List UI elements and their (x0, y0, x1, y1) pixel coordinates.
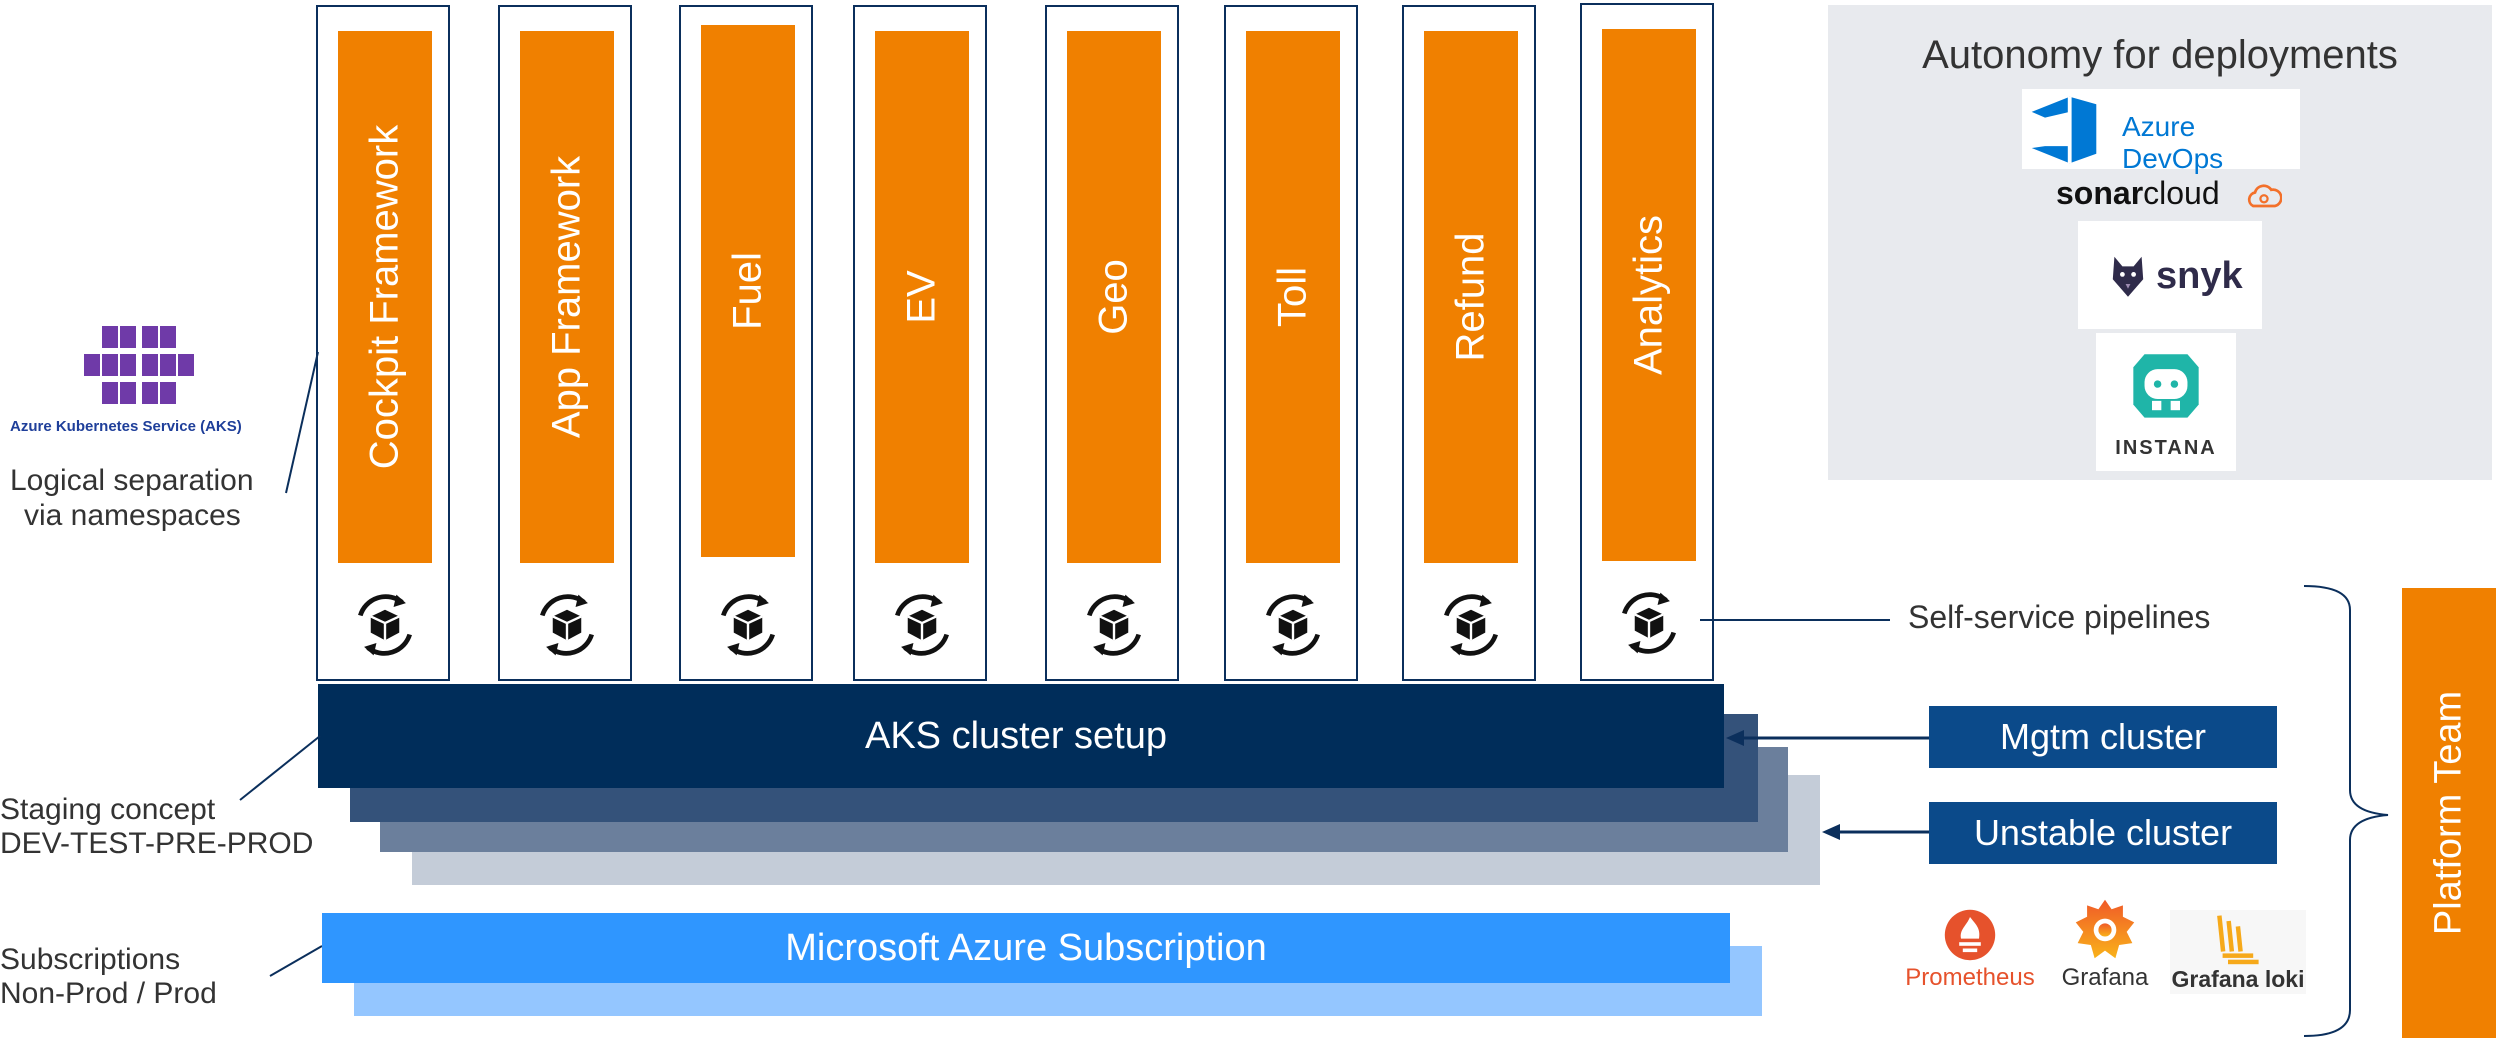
loki-icon (2217, 915, 2259, 965)
instana-robot-icon (2133, 354, 2199, 418)
grafana-label: Grafana (2061, 964, 2149, 991)
mgmt-arrowhead (1726, 730, 1744, 746)
azure-devops-label: Azure DevOps (2122, 111, 2224, 174)
sonar-label-light: cloud (2143, 175, 2220, 211)
platform-team: Platform Team (2402, 588, 2496, 1038)
instana-logo: INSTANA (2096, 333, 2236, 471)
prometheus-label: Prometheus (1905, 964, 2035, 991)
self-service-pipelines-label: Self-service pipelines (1908, 599, 2211, 635)
snyk-label: snyk (2156, 255, 2243, 297)
prometheus-logo: Prometheus (1900, 908, 2040, 992)
platform-team-label: Platform Team (2427, 690, 2470, 936)
azure-subscription: Microsoft Azure Subscription (322, 913, 1730, 983)
staging-connector (239, 735, 321, 801)
grafana-loki-label: Grafana loki (2171, 966, 2305, 992)
azure-devops-logo: Azure DevOps (2022, 89, 2300, 174)
autonomy-panel: Autonomy for deployments Azure DevOps so… (1828, 5, 2492, 480)
azure-subscription-label: Microsoft Azure Subscription (785, 926, 1267, 969)
platform-brace (2303, 585, 2389, 1037)
instana-label: INSTANA (2115, 437, 2217, 459)
mgmt-cluster: Mgtm cluster (1929, 706, 2277, 768)
namespace-connector (285, 351, 319, 494)
snyk-dog-icon (2112, 256, 2144, 297)
sonarcloud-logo: sonarcloud (2056, 175, 2286, 221)
grafana-loki-logo: Grafana loki (2170, 910, 2306, 994)
sonarcloud-icon (2247, 184, 2282, 208)
subscription-connector (269, 945, 323, 977)
azure-devops-icon (2031, 96, 2097, 164)
unstable-arrowhead (1822, 824, 1840, 840)
grafana-logo: Grafana (2050, 896, 2160, 996)
prometheus-flame-icon (1944, 909, 1996, 961)
snyk-logo: snyk (2078, 221, 2262, 329)
unstable-cluster: Unstable cluster (1929, 802, 2277, 864)
grafana-icon (2075, 899, 2135, 959)
autonomy-title: Autonomy for deployments (1922, 33, 2398, 77)
sonar-label-bold: sonar (2056, 175, 2144, 211)
